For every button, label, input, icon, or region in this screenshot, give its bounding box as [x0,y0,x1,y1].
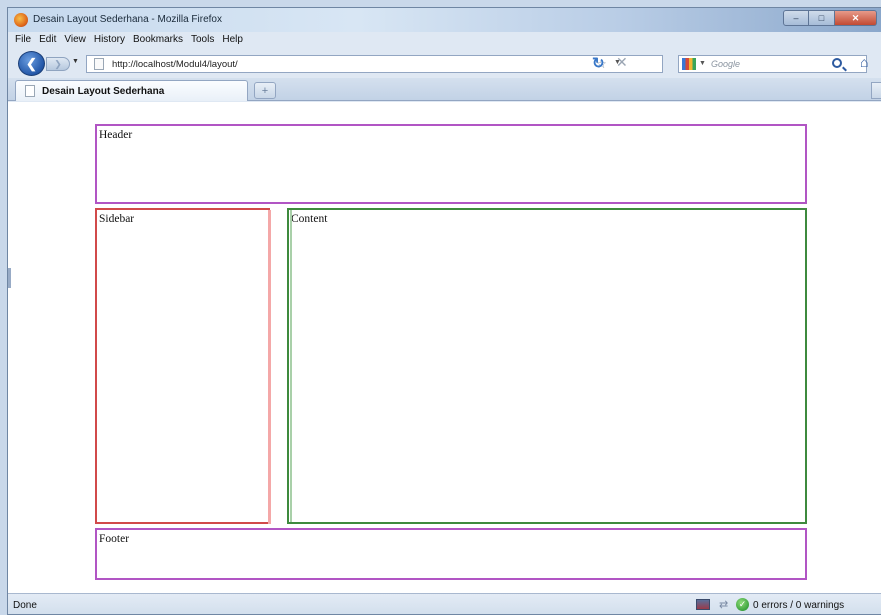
page-footer-box: Footer [95,528,807,580]
window-title: Desain Layout Sederhana - Mozilla Firefo… [33,14,222,25]
back-button[interactable]: ❮ [18,51,45,76]
tab-label: Desain Layout Sederhana [42,86,165,97]
window-controls: – □ ✕ [783,10,877,26]
menu-bar: File Edit View History Bookmarks Tools H… [8,32,881,48]
page-content-box: Content [287,208,807,524]
left-edge-mark [8,268,11,288]
menu-file[interactable]: File [12,32,36,48]
tab-list-button[interactable] [871,82,881,99]
validator-status[interactable]: 0 errors / 0 warnings [753,600,844,611]
forward-button[interactable]: ❯ [46,57,70,71]
search-engine-icon[interactable] [682,58,696,70]
navigation-toolbar: ❮ ❯ ▼ http://localhost/Modul4/layout/ ☆ … [8,48,881,78]
tab-bar: Desain Layout Sederhana + [8,78,881,101]
close-button[interactable]: ✕ [835,10,877,26]
history-dropdown-icon[interactable]: ▼ [72,58,79,65]
firefox-logo-icon [14,13,28,27]
browser-window: Desain Layout Sederhana - Mozilla Firefo… [7,7,881,615]
url-input[interactable]: http://localhost/Modul4/layout/ [112,59,238,70]
validator-ok-icon[interactable]: ✓ [736,598,749,611]
search-input[interactable]: Google [711,59,740,69]
menu-view[interactable]: View [61,32,91,48]
menu-tools[interactable]: Tools [188,32,219,48]
status-bar: Done ⇄ ✓ 0 errors / 0 warnings [8,593,881,614]
minimize-button[interactable]: – [783,10,809,26]
new-tab-button[interactable]: + [254,82,276,99]
page-viewport: Header Sidebar Content Footer [8,102,881,593]
menu-edit[interactable]: Edit [36,32,61,48]
connection-icon[interactable]: ⇄ [719,598,728,611]
home-icon[interactable]: ⌂ [860,54,868,70]
menu-history[interactable]: History [91,32,130,48]
page-icon [94,58,104,70]
menu-bookmarks[interactable]: Bookmarks [130,32,188,48]
reload-icon[interactable]: ↻ [592,54,605,72]
tab-page-icon [25,85,35,97]
maximize-button[interactable]: □ [809,10,835,26]
tab-active[interactable]: Desain Layout Sederhana [15,80,248,101]
engine-dropdown-icon[interactable]: ▼ [699,60,706,67]
title-bar[interactable]: Desain Layout Sederhana - Mozilla Firefo… [8,8,881,32]
menu-help[interactable]: Help [219,32,248,48]
addon-icon[interactable] [696,599,710,610]
page-header-box: Header [95,124,807,204]
sidebar-inner-border [268,210,271,524]
page-sidebar-box: Sidebar [95,208,270,524]
search-icon[interactable] [832,58,842,68]
stop-icon[interactable]: ✕ [616,54,628,71]
status-text: Done [13,600,37,611]
url-bar[interactable]: http://localhost/Modul4/layout/ ☆ ▼ [86,55,663,73]
content-inner-border [290,210,292,522]
